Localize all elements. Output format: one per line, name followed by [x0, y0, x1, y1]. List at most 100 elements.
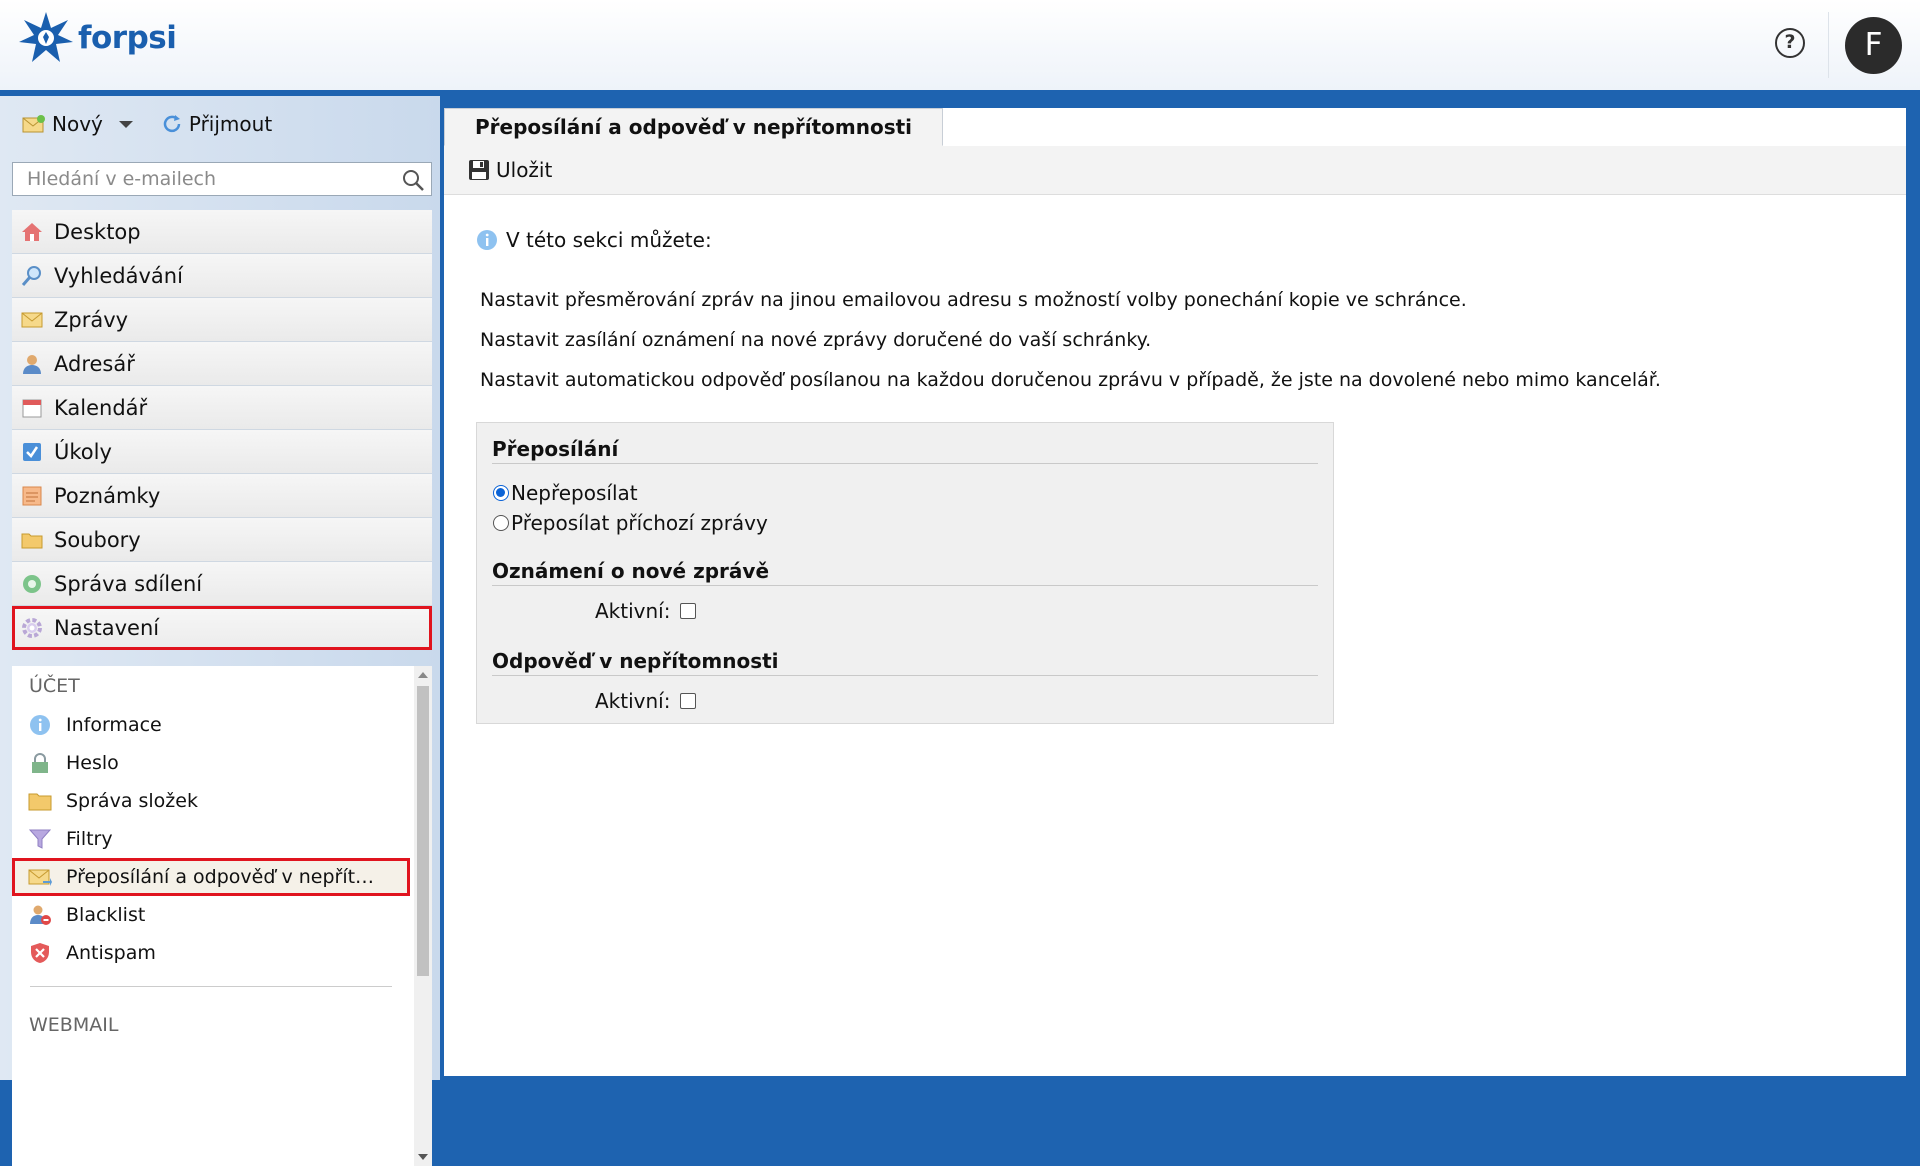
new-button[interactable]: Nový — [22, 112, 137, 136]
radio-no-forward-label: Nepřeposílat — [511, 481, 638, 505]
contacts-icon — [20, 352, 44, 376]
scrollbar-thumb[interactable] — [417, 686, 429, 976]
notification-section-title: Oznámení o nové zprávě — [492, 559, 770, 583]
settings-item-filters[interactable]: Filtry — [12, 820, 410, 858]
settings-form: Přeposílání Nepřeposílat Přeposílat příc… — [476, 422, 1334, 724]
lock-icon — [28, 751, 52, 775]
new-mail-icon — [22, 115, 45, 133]
blacklist-icon — [28, 903, 52, 927]
section-heading-account: ÚČET — [29, 675, 80, 697]
info-icon — [477, 230, 497, 250]
nav-item-label: Zprávy — [54, 307, 129, 332]
settings-item-label: Heslo — [66, 752, 119, 774]
left-pane: Nový Přijmout Desktop Vyhledávání — [0, 96, 440, 1166]
nav-item-settings[interactable]: Nastavení — [12, 606, 432, 650]
user-avatar[interactable]: F — [1845, 17, 1902, 74]
settings-item-antispam[interactable]: Antispam — [12, 934, 410, 972]
receive-button-label: Přijmout — [188, 112, 273, 136]
forpsi-star-icon — [19, 12, 73, 62]
notes-icon — [20, 484, 44, 508]
settings-item-label: Antispam — [66, 942, 156, 964]
save-button-label: Uložit — [496, 158, 553, 182]
forward-envelope-icon — [28, 865, 52, 889]
section-divider — [492, 675, 1318, 676]
radio-no-forward-control[interactable] — [493, 485, 509, 501]
home-icon — [20, 220, 44, 244]
nav-item-tasks[interactable]: Úkoly — [12, 430, 432, 474]
radio-forward-incoming-control[interactable] — [493, 515, 509, 531]
intro-text: V této sekci můžete: — [506, 228, 712, 252]
scroll-down-arrow-icon[interactable] — [414, 1150, 432, 1164]
filter-icon — [28, 827, 52, 851]
settings-menu: ÚČET Informace Heslo Správa složek Filtr… — [12, 666, 432, 1166]
nav-item-files[interactable]: Soubory — [12, 518, 432, 562]
nav-item-label: Kalendář — [54, 395, 148, 420]
description-line: Nastavit zasílání oznámení na nové zpráv… — [480, 329, 1152, 351]
envelope-icon — [20, 308, 44, 332]
settings-item-label: Filtry — [66, 828, 113, 850]
module-nav: Desktop Vyhledávání Zprávy Adresář Kalen… — [12, 210, 432, 650]
nav-item-label: Desktop — [54, 219, 141, 244]
radio-forward-incoming-label: Přeposílat příchozí zprávy — [511, 511, 768, 535]
nav-item-label: Správa sdílení — [54, 571, 203, 596]
brand-name: forpsi — [78, 20, 177, 56]
radio-no-forward[interactable]: Nepřeposílat — [493, 481, 638, 505]
shield-icon — [28, 941, 52, 965]
info-icon — [28, 713, 52, 737]
nav-item-search[interactable]: Vyhledávání — [12, 254, 432, 298]
magnifier-icon — [20, 264, 44, 288]
nav-item-sharing[interactable]: Správa sdílení — [12, 562, 432, 606]
email-search-box — [12, 162, 432, 196]
settings-item-blacklist[interactable]: Blacklist — [12, 896, 410, 934]
menu-divider — [30, 986, 392, 987]
autoreply-active-checkbox[interactable] — [680, 693, 697, 709]
search-icon[interactable] — [401, 168, 425, 192]
receive-button[interactable]: Přijmout — [161, 112, 272, 136]
main-content: Přeposílání a odpověď v nepřítomnosti Ul… — [444, 108, 1906, 1076]
settings-item-forwarding[interactable]: Přeposílání a odpověď v nepřít… — [12, 858, 410, 896]
section-heading-webmail: WEBMAIL — [29, 1014, 119, 1036]
notification-active-row: Aktivní: — [595, 599, 697, 623]
description-list: Nastavit přesměrování zpráv na jinou ema… — [480, 280, 1661, 400]
forwarding-section-title: Přeposílání — [492, 437, 619, 461]
tab-bar: Přeposílání a odpověď v nepřítomnosti — [444, 108, 1906, 147]
radio-forward-incoming[interactable]: Přeposílat příchozí zprávy — [493, 511, 768, 535]
notification-active-label: Aktivní: — [595, 599, 671, 623]
nav-item-label: Vyhledávání — [54, 263, 183, 288]
settings-item-password[interactable]: Heslo — [12, 744, 410, 782]
refresh-icon — [163, 115, 181, 133]
save-button[interactable]: Uložit — [468, 158, 552, 182]
content-toolbar: Uložit — [444, 146, 1906, 195]
autoreply-active-row: Aktivní: — [595, 689, 697, 713]
help-icon[interactable]: ? — [1775, 28, 1805, 58]
scroll-up-arrow-icon[interactable] — [414, 668, 432, 682]
settings-item-label: Blacklist — [66, 904, 146, 926]
email-search-input[interactable] — [25, 163, 399, 195]
notification-active-checkbox[interactable] — [680, 603, 697, 619]
nav-item-messages[interactable]: Zprávy — [12, 298, 432, 342]
autoreply-section-title: Odpověď v nepřítomnosti — [492, 649, 779, 673]
nav-item-label: Poznámky — [54, 483, 161, 508]
settings-item-label: Informace — [66, 714, 162, 736]
settings-menu-scrollbar[interactable] — [414, 666, 432, 1166]
section-divider — [492, 585, 1318, 586]
nav-item-calendar[interactable]: Kalendář — [12, 386, 432, 430]
nav-item-notes[interactable]: Poznámky — [12, 474, 432, 518]
sharing-icon — [20, 572, 44, 596]
chevron-down-icon[interactable] — [115, 117, 137, 131]
nav-item-addressbook[interactable]: Adresář — [12, 342, 432, 386]
calendar-icon — [20, 396, 44, 420]
gear-icon — [20, 616, 44, 640]
forpsi-logo[interactable]: forpsi — [18, 10, 177, 66]
nav-item-desktop[interactable]: Desktop — [12, 210, 432, 254]
nav-item-label: Nastavení — [54, 615, 160, 640]
description-line: Nastavit přesměrování zpráv na jinou ema… — [480, 289, 1467, 311]
tab-forwarding-autoreply[interactable]: Přeposílání a odpověď v nepřítomnosti — [444, 108, 944, 146]
checkbox-icon — [20, 440, 44, 464]
settings-item-folder-management[interactable]: Správa složek — [12, 782, 410, 820]
description-line: Nastavit automatickou odpověď posílanou … — [480, 369, 1661, 391]
nav-item-label: Soubory — [54, 527, 141, 552]
nav-item-label: Úkoly — [54, 439, 112, 464]
intro: V této sekci můžete: — [476, 228, 712, 252]
settings-item-information[interactable]: Informace — [12, 706, 410, 744]
